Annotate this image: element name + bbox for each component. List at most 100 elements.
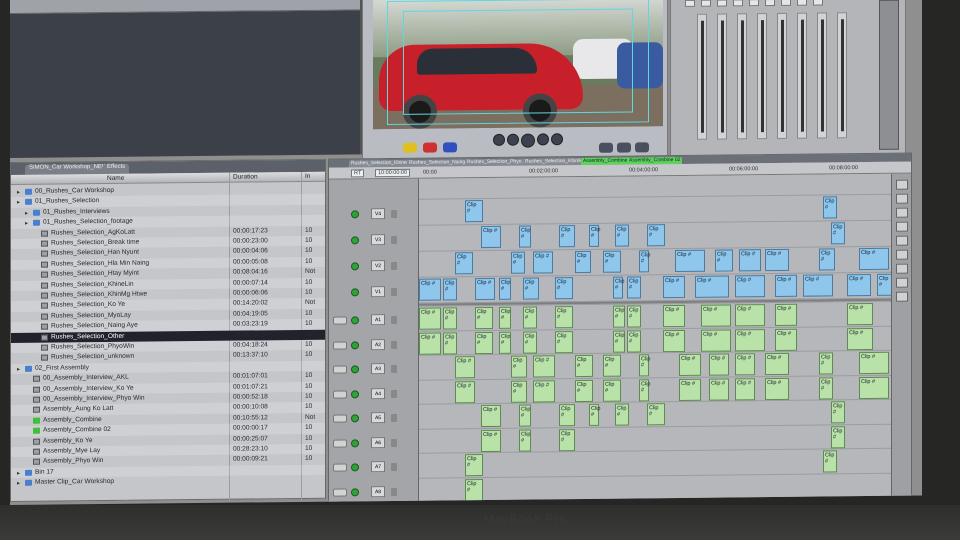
audio-fader[interactable] — [837, 12, 847, 139]
browser-bin-row[interactable]: ▸ Master Clip_Car Workshop — [11, 475, 325, 489]
video-clip[interactable]: Clip # — [627, 276, 641, 299]
audio-clip[interactable]: Clip # — [575, 379, 593, 402]
track-visibility-icon[interactable] — [351, 340, 359, 349]
column-duration-header[interactable]: Duration — [233, 173, 258, 180]
track-visibility-icon[interactable] — [351, 389, 359, 398]
video-clip[interactable]: Clip # — [695, 275, 729, 298]
mixer-button[interactable] — [813, 0, 823, 6]
audio-clip[interactable]: Clip # — [533, 355, 555, 378]
track-visibility-icon[interactable] — [351, 316, 359, 325]
audio-clip[interactable]: Clip # — [555, 306, 573, 329]
audio-clip[interactable]: Clip # — [499, 331, 511, 354]
audio-clip[interactable]: Clip # — [819, 352, 833, 375]
audio-clip[interactable]: Clip # — [819, 376, 833, 400]
audio-clip[interactable]: Clip # — [589, 403, 600, 426]
track-label[interactable]: A4 — [371, 387, 385, 399]
audio-clip[interactable]: Clip # — [419, 307, 441, 330]
audio-clip[interactable]: Clip # — [679, 378, 701, 401]
speaker-icon[interactable] — [333, 389, 347, 399]
audio-clip[interactable]: Clip # — [519, 429, 531, 452]
audio-clip[interactable]: Clip # — [647, 403, 665, 426]
track-label[interactable]: A7 — [371, 461, 385, 473]
video-clip[interactable]: Clip # — [675, 249, 705, 273]
video-clip[interactable]: Clip # — [603, 250, 621, 273]
lock-icon[interactable] — [391, 261, 397, 271]
lock-icon[interactable] — [391, 487, 397, 496]
disclosure-triangle-icon[interactable]: ▸ — [17, 366, 20, 373]
audio-clip[interactable]: Clip # — [831, 425, 845, 448]
video-clip[interactable]: Clip # — [555, 277, 573, 300]
audio-clip[interactable]: Clip # — [847, 327, 873, 350]
audio-fader[interactable] — [717, 13, 727, 140]
audio-clip[interactable]: Clip # — [639, 354, 650, 377]
disclosure-triangle-icon[interactable]: ▸ — [17, 189, 20, 196]
video-clip[interactable]: Clip # — [715, 249, 733, 272]
track-visibility-icon[interactable] — [351, 288, 359, 297]
video-clip[interactable]: Clip # — [803, 274, 833, 297]
audio-clip[interactable]: Clip # — [559, 428, 575, 451]
audio-clip[interactable]: Clip # — [511, 355, 527, 378]
audio-clip[interactable]: Clip # — [475, 331, 493, 354]
column-in-header[interactable]: In — [305, 173, 310, 180]
play-icon[interactable] — [521, 133, 535, 148]
track-label[interactable]: V3 — [371, 234, 385, 246]
audio-fader[interactable] — [777, 12, 787, 139]
audio-clip[interactable]: Clip # — [533, 379, 555, 403]
video-clip[interactable]: Clip # — [739, 249, 761, 272]
zoom-tool-icon[interactable] — [896, 263, 908, 274]
audio-clip[interactable]: Clip # — [443, 331, 457, 354]
audio-fader[interactable] — [817, 12, 827, 139]
marker-icon[interactable] — [443, 142, 457, 153]
next-edit-icon[interactable] — [551, 133, 563, 146]
track-label[interactable]: A3 — [371, 363, 385, 375]
audio-clip[interactable]: Clip # — [701, 304, 731, 327]
timecode-field[interactable]: 10:00:00:00 — [375, 168, 411, 178]
track-visibility-icon[interactable] — [351, 414, 359, 423]
pen-tool-icon[interactable] — [896, 291, 908, 302]
audio-clip[interactable]: Clip # — [443, 307, 457, 330]
audio-clip[interactable]: Clip # — [511, 380, 527, 403]
mixer-button[interactable] — [781, 0, 791, 6]
audio-clip[interactable]: Clip # — [481, 404, 501, 428]
play-forward-icon[interactable] — [537, 133, 549, 146]
audio-clip[interactable]: Clip # — [679, 353, 701, 376]
track-visibility-icon[interactable] — [351, 236, 359, 245]
lock-icon[interactable] — [391, 340, 397, 349]
audio-clip[interactable]: Clip # — [831, 401, 845, 424]
track-visibility-icon[interactable] — [351, 487, 359, 496]
audio-clip[interactable]: Clip # — [603, 379, 621, 402]
audio-clip[interactable]: Clip # — [499, 306, 511, 329]
video-clip[interactable]: Clip # — [613, 276, 624, 299]
video-clip[interactable]: Clip # — [589, 224, 600, 247]
lock-icon[interactable] — [391, 287, 397, 297]
track-label[interactable]: A2 — [371, 338, 385, 350]
razor-tool-icon[interactable] — [896, 249, 908, 260]
lock-icon[interactable] — [391, 413, 397, 423]
video-clip[interactable]: Clip # — [819, 248, 835, 271]
track-label[interactable]: V1 — [371, 286, 385, 298]
video-clip[interactable]: Clip # — [465, 200, 483, 223]
column-name-header[interactable]: Name — [107, 175, 124, 182]
audio-clip[interactable]: Clip # — [627, 305, 641, 328]
audio-clip[interactable]: Clip # — [519, 404, 531, 427]
mark-out-icon[interactable] — [423, 142, 437, 153]
mixer-button[interactable] — [685, 0, 695, 7]
play-reverse-icon[interactable] — [507, 133, 519, 146]
audio-clip[interactable]: Clip # — [735, 353, 755, 376]
audio-clip[interactable]: Clip # — [481, 429, 501, 452]
video-clip[interactable]: Clip # — [663, 275, 685, 299]
speaker-icon[interactable] — [333, 414, 347, 423]
disclosure-triangle-icon[interactable]: ▸ — [25, 220, 28, 227]
mark-in-icon[interactable] — [403, 142, 417, 153]
video-clip[interactable]: Clip # — [575, 250, 591, 274]
audio-clip[interactable]: Clip # — [735, 304, 765, 327]
audio-clip[interactable]: Clip # — [775, 303, 797, 326]
audio-clip[interactable]: Clip # — [455, 356, 475, 379]
speaker-icon[interactable] — [333, 463, 347, 472]
track-select-tool-icon[interactable] — [896, 207, 908, 218]
audio-fader[interactable] — [757, 13, 767, 140]
video-clip[interactable]: Clip # — [511, 251, 525, 274]
lock-icon[interactable] — [391, 364, 397, 374]
track-label[interactable]: A6 — [371, 436, 385, 448]
video-clip[interactable]: Clip # — [443, 278, 457, 301]
